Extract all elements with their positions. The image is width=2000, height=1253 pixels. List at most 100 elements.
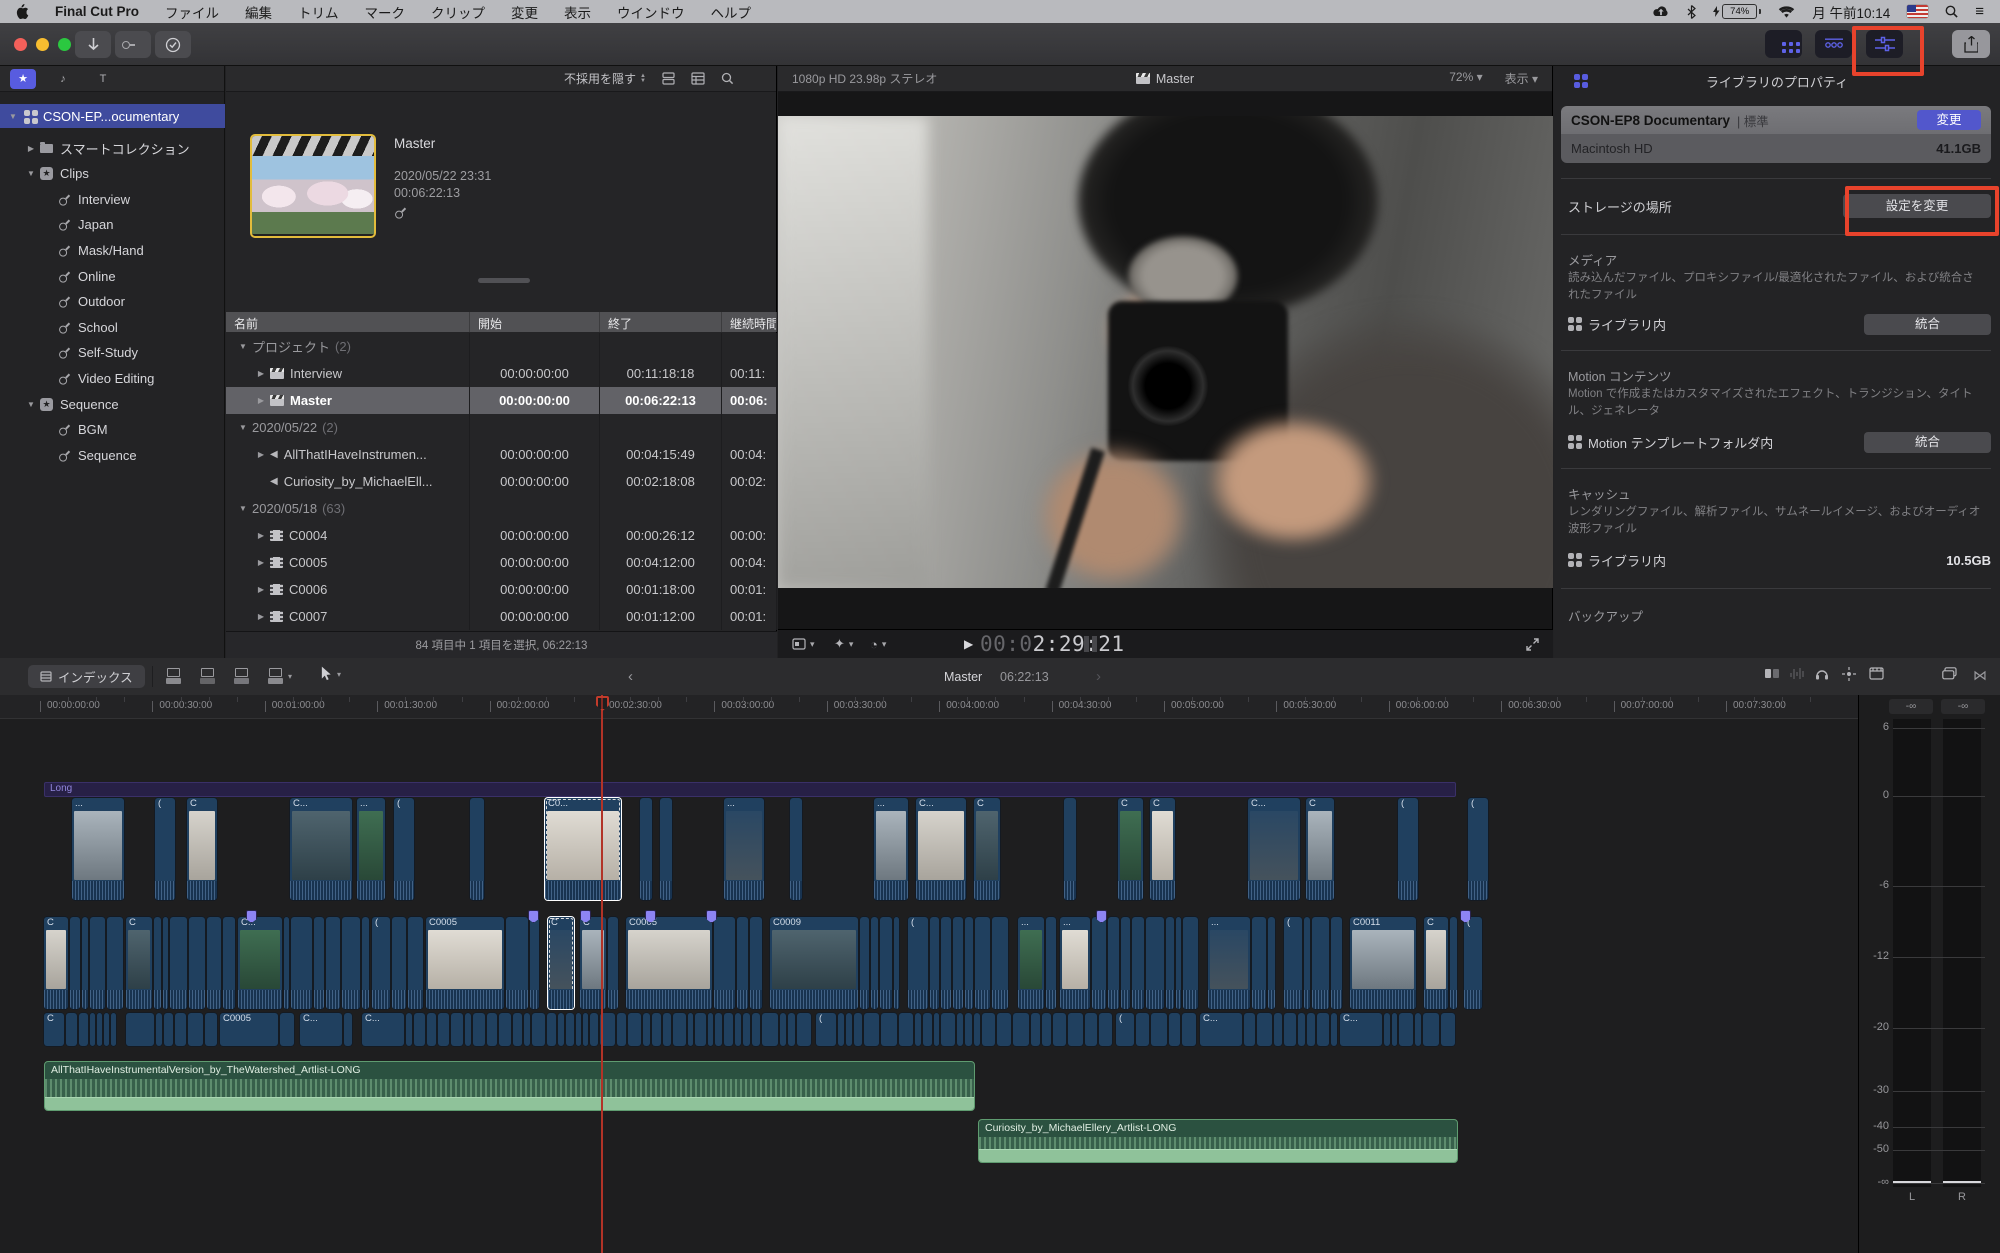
video-media-tab[interactable]: ★ — [10, 69, 36, 89]
disclosure-icon[interactable]: ▶ — [256, 396, 266, 405]
menu-3[interactable]: マーク — [365, 2, 406, 22]
disclosure-icon[interactable]: ▶ — [256, 558, 266, 567]
disclosure-icon[interactable]: ▶ — [26, 144, 36, 153]
table-row-Master[interactable]: ▶Master00:00:00:0000:06:22:1300:06: — [226, 387, 777, 414]
disclosure-icon[interactable]: ▼ — [238, 423, 248, 432]
timeline-clip[interactable]: C — [974, 798, 1000, 900]
timeline-clip[interactable] — [608, 917, 618, 1009]
wifi-icon[interactable] — [1778, 6, 1795, 18]
timeline-clip[interactable]: C — [126, 917, 152, 1009]
search-icon[interactable] — [721, 72, 734, 85]
sidebar-item-sequence[interactable]: ▼★Sequence — [0, 392, 225, 416]
disclosure-icon[interactable]: ▶ — [256, 450, 266, 459]
timeline-clip[interactable] — [170, 917, 187, 1009]
timeline-clip[interactable]: ... — [1060, 917, 1090, 1009]
timeline-clip[interactable]: ... — [72, 798, 124, 900]
timeline-clip[interactable] — [864, 1013, 879, 1046]
timeline-clip[interactable] — [470, 798, 484, 900]
timeline-clip[interactable] — [1092, 917, 1106, 1009]
clock[interactable]: 月 午前10:14 — [1812, 2, 1890, 22]
timeline-clip[interactable] — [90, 917, 105, 1009]
menu-6[interactable]: 表示 — [564, 2, 591, 22]
timeline-clip[interactable] — [1053, 1013, 1066, 1046]
timeline-clip[interactable] — [506, 917, 528, 1009]
table-row-C0004[interactable]: ▶C000400:00:00:0000:00:26:1200:00: — [226, 522, 777, 549]
enhancements-dropdown[interactable]: ✦▾ — [834, 636, 853, 652]
clip-appearance-icon[interactable] — [1869, 667, 1884, 680]
menu-2[interactable]: トリム — [298, 2, 339, 22]
timeline-clip[interactable] — [915, 1013, 921, 1046]
timeline-clip[interactable] — [499, 1013, 511, 1046]
timeline-clip[interactable] — [1108, 917, 1119, 1009]
timeline-clip[interactable] — [284, 917, 289, 1009]
timeline-clip[interactable] — [175, 1013, 186, 1046]
timeline-clip[interactable] — [1384, 1013, 1390, 1046]
timeline-clip[interactable]: ( — [372, 917, 390, 1009]
app-menu[interactable]: Final Cut Pro — [55, 4, 139, 19]
audio-clip[interactable]: Curiosity_by_MichaelEllery_Artlist-LONG — [978, 1119, 1458, 1163]
timeline-clip[interactable] — [714, 917, 735, 1009]
timeline-clip[interactable] — [97, 1013, 102, 1046]
timeline-clip[interactable]: C... — [300, 1013, 342, 1046]
timeline-clip[interactable]: C — [44, 917, 68, 1009]
mini-audio-meter-right[interactable] — [1092, 636, 1097, 652]
timeline-clip[interactable]: C — [1150, 798, 1175, 900]
filter-dropdown[interactable]: 不採用を隠す ▲▼ — [564, 70, 646, 87]
column-header-3[interactable]: 継続時間 — [722, 312, 777, 332]
sidebar-item-online[interactable]: Online — [0, 264, 225, 288]
retime-dropdown[interactable]: ◔▾ — [870, 637, 886, 652]
timeline-clip[interactable] — [1331, 1013, 1337, 1046]
sidebar-item--[interactable]: ▶スマートコレクション — [0, 136, 225, 160]
timeline-clip[interactable] — [344, 1013, 352, 1046]
timeline-clip[interactable] — [1031, 1013, 1040, 1046]
sidebar-item-japan[interactable]: Japan — [0, 213, 225, 237]
timeline-clip[interactable] — [79, 1013, 88, 1046]
timeline-clip[interactable] — [1284, 1013, 1296, 1046]
sidebar-item-self-study[interactable]: Self-Study — [0, 341, 225, 365]
timeline-clip[interactable] — [652, 1013, 661, 1046]
timeline-clip[interactable]: C0005 — [220, 1013, 278, 1046]
library-card[interactable]: CSON-EP8 Documentary | 標準 変更 Macintosh H… — [1561, 106, 1991, 163]
menu-4[interactable]: クリップ — [431, 2, 485, 22]
disclosure-icon[interactable]: ▶ — [256, 369, 266, 378]
modify-settings-button[interactable]: 設定を変更 — [1843, 194, 1991, 218]
append-edit-icon[interactable] — [234, 668, 249, 684]
timeline-clip[interactable] — [660, 798, 672, 900]
timeline-clip[interactable]: ... — [1208, 917, 1250, 1009]
timeline-clip[interactable]: C... — [1200, 1013, 1242, 1046]
timeline-clip[interactable] — [427, 1013, 436, 1046]
timeline-clip[interactable]: ... — [357, 798, 385, 900]
timeline-clip[interactable] — [1151, 1013, 1167, 1046]
timeline-clip[interactable] — [558, 1013, 564, 1046]
timeline-clip[interactable] — [438, 1013, 449, 1046]
timeline-clip[interactable]: C0009 — [770, 917, 858, 1009]
menu-5[interactable]: 変更 — [511, 2, 538, 22]
audio-skimming-icon[interactable] — [1790, 667, 1805, 680]
timeline-clip[interactable] — [164, 1013, 173, 1046]
timeline-clip[interactable]: C0005 — [626, 917, 712, 1009]
timeline-clip[interactable] — [708, 1013, 713, 1046]
column-header-2[interactable]: 終了 — [600, 312, 722, 332]
disclosure-icon[interactable]: ▼ — [26, 400, 36, 409]
timeline-clip[interactable]: ( — [1284, 917, 1302, 1009]
timeline-clip[interactable] — [104, 1013, 109, 1046]
bowtie-icon[interactable]: ⋈ — [1973, 667, 1987, 684]
timeline-project-name[interactable]: Master — [944, 658, 982, 695]
timeline-clip[interactable] — [1146, 917, 1164, 1009]
zoom-window-button[interactable] — [58, 38, 71, 51]
timeline-clip[interactable] — [997, 1013, 1011, 1046]
share-button[interactable] — [1952, 30, 1990, 58]
timeline-clip[interactable]: C — [187, 798, 217, 900]
input-source-flag-icon[interactable] — [1907, 5, 1928, 18]
title-clip[interactable]: Long — [44, 782, 1456, 797]
audio-media-tab[interactable]: ♪ — [50, 69, 76, 89]
table-row-2020/05/22[interactable]: ▼2020/05/22 (2) — [226, 414, 777, 441]
timeline-clip[interactable] — [66, 1013, 77, 1046]
timeline-clip[interactable] — [695, 1013, 706, 1046]
timeline-clip[interactable]: C — [1306, 798, 1334, 900]
timeline-clip[interactable] — [715, 1013, 722, 1046]
timeline-clip[interactable] — [576, 1013, 581, 1046]
timeline-clip[interactable]: C0011 — [1350, 917, 1416, 1009]
timeline-clip[interactable] — [1331, 917, 1342, 1009]
timeline-clip[interactable] — [1085, 1013, 1097, 1046]
